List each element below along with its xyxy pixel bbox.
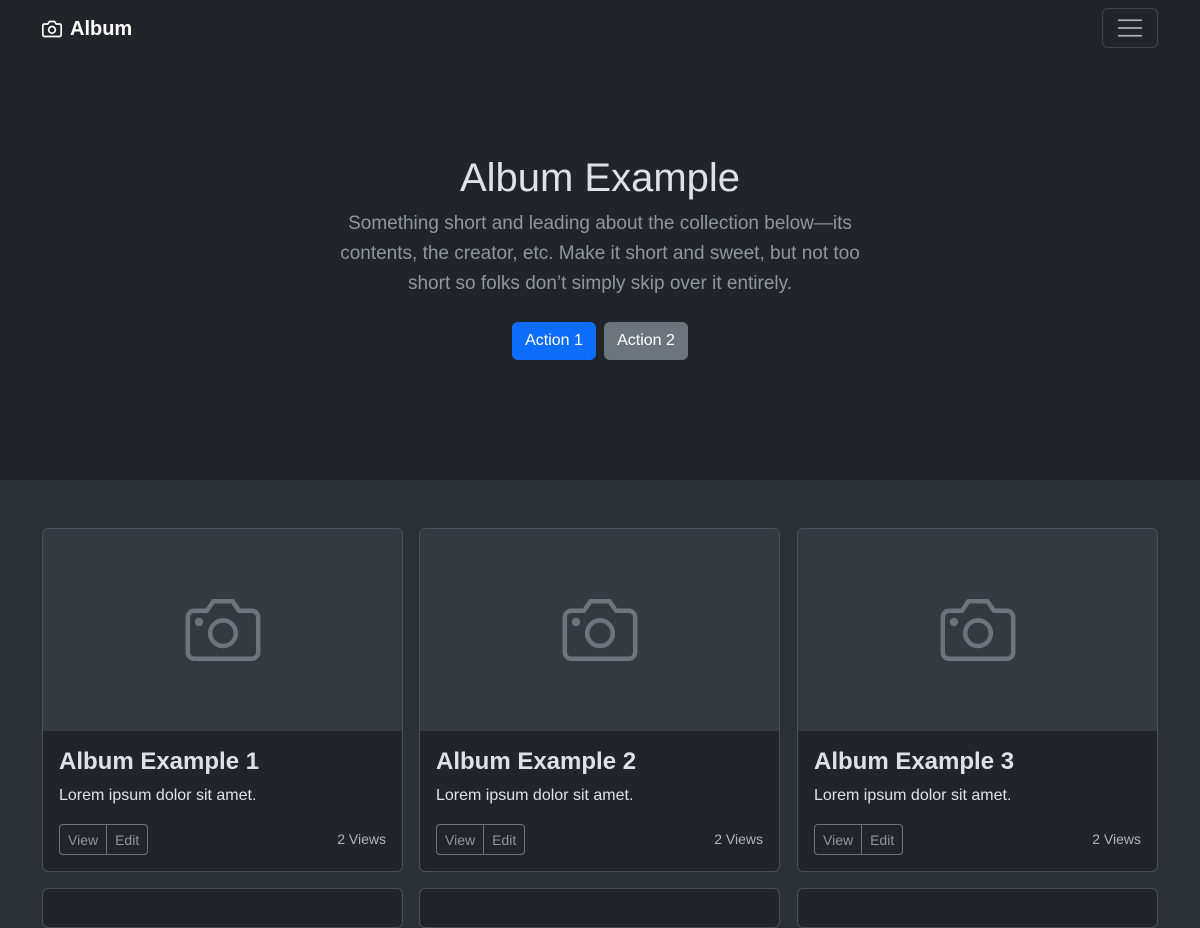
card-title: Album Example 2: [436, 748, 637, 775]
hero-lead: Something short and leading about the co…: [340, 213, 860, 294]
card-text: Lorem ipsum dolor sit amet.: [59, 787, 257, 804]
views-count: 2 Views: [337, 831, 386, 847]
hamburger-menu-icon: [1117, 19, 1143, 37]
view-button[interactable]: View: [814, 824, 863, 855]
card-button-group: View Edit: [436, 824, 526, 855]
card-text: Lorem ipsum dolor sit amet.: [814, 787, 1012, 804]
action-1-button[interactable]: Action 1: [512, 322, 596, 360]
album-card: Album Example 3 Lorem ipsum dolor sit am…: [797, 528, 1158, 872]
edit-button[interactable]: Edit: [861, 824, 904, 855]
camera-icon: [562, 598, 637, 662]
card-title: Album Example 3: [814, 748, 1015, 775]
album-card-partial: [419, 888, 780, 928]
card-button-group: View Edit: [59, 824, 149, 855]
camera-icon: [42, 20, 62, 38]
navbar-toggler-button[interactable]: [1102, 8, 1158, 48]
views-count: 2 Views: [714, 831, 763, 847]
camera-icon: [940, 598, 1015, 662]
card-text: Lorem ipsum dolor sit amet.: [436, 787, 634, 804]
action-2-button[interactable]: Action 2: [604, 322, 688, 360]
hero-section: Album Example Something short and leadin…: [0, 57, 1200, 480]
card-title: Album Example 1: [59, 748, 260, 775]
brand-label: Album: [70, 17, 133, 40]
card-image-placeholder: [420, 529, 779, 731]
views-count: 2 Views: [1092, 831, 1141, 847]
view-button[interactable]: View: [436, 824, 485, 855]
album-section: Album Example 1 Lorem ipsum dolor sit am…: [0, 480, 1200, 928]
card-image-placeholder: [43, 529, 402, 731]
card-image-placeholder: [798, 529, 1157, 731]
hero-title: Album Example: [459, 156, 741, 200]
card-button-group: View Edit: [814, 824, 904, 855]
edit-button[interactable]: Edit: [106, 824, 149, 855]
navbar: Album: [0, 0, 1200, 57]
brand-link[interactable]: Album: [42, 16, 132, 42]
edit-button[interactable]: Edit: [483, 824, 526, 855]
view-button[interactable]: View: [59, 824, 108, 855]
album-card: Album Example 2 Lorem ipsum dolor sit am…: [419, 528, 780, 872]
album-card-partial: [42, 888, 403, 928]
album-card: Album Example 1 Lorem ipsum dolor sit am…: [42, 528, 403, 872]
camera-icon: [185, 598, 260, 662]
album-card-partial: [797, 888, 1158, 928]
hero-button-group: Action 1 Action 2: [0, 322, 1200, 360]
